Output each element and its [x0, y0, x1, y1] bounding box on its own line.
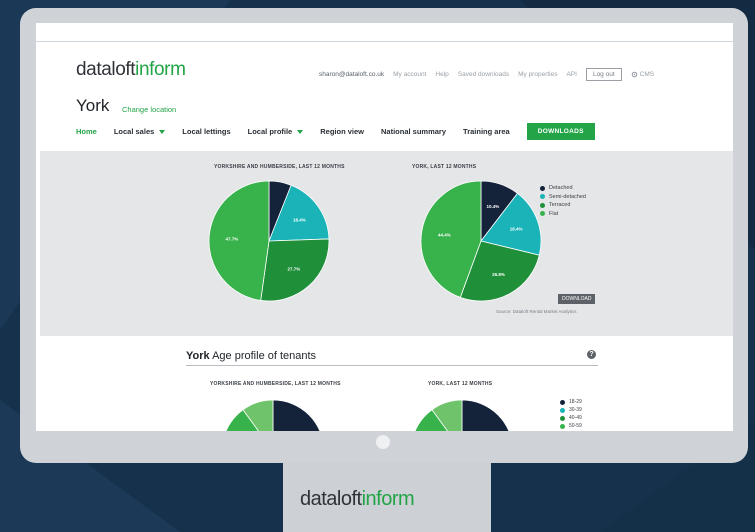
cms-link[interactable]: CMS — [631, 71, 654, 78]
main-nav: Home Local sales Local lettings Local pr… — [76, 123, 595, 140]
legend-item: 40-49 — [560, 414, 582, 422]
legend-label: Semi-detached — [549, 193, 586, 200]
age-chart-title-york: YORK, LAST 12 MONTHS — [428, 381, 493, 387]
chart-title-york: YORK, LAST 12 MONTHS — [412, 164, 477, 170]
link-my-account[interactable]: My account — [393, 71, 426, 78]
legend-label: 18-29 — [569, 399, 582, 405]
pie-chart-region: 18.4% 27.7% 47.7% — [208, 180, 330, 302]
nav-local-lettings[interactable]: Local lettings — [182, 127, 230, 136]
legend-item: 30-39 — [560, 406, 582, 414]
legend-swatch — [560, 423, 565, 429]
cms-label: CMS — [639, 71, 655, 78]
legend-swatch — [560, 399, 565, 405]
property-type-panel: YORKSHIRE AND HUMBERSIDE, LAST 12 MONTHS… — [40, 151, 733, 336]
pie-slice-label: 18.4% — [293, 218, 306, 223]
nav-local-sales-label: Local sales — [113, 127, 155, 136]
chart-title-region: YORKSHIRE AND HUMBERSIDE, LAST 12 MONTHS — [214, 164, 345, 170]
age-chart-title-region: YORKSHIRE AND HUMBERSIDE, LAST 12 MONTHS — [210, 381, 341, 387]
legend-swatch — [540, 211, 545, 217]
chart-download-button[interactable]: DOWNLOAD — [558, 294, 596, 304]
link-saved-downloads[interactable]: Saved downloads — [458, 71, 509, 78]
question-icon[interactable]: ? — [587, 350, 596, 359]
page-title: York — [76, 96, 110, 115]
legend-swatch — [540, 194, 545, 200]
legend-swatch — [560, 415, 565, 421]
link-help[interactable]: Help — [435, 71, 448, 78]
legend-label: 30-39 — [569, 407, 582, 413]
legend-swatch — [540, 202, 545, 208]
legend-item: Flat — [540, 210, 586, 219]
pie-slice-label: 18.4% — [510, 227, 523, 232]
header-divider — [36, 41, 733, 42]
nav-local-sales[interactable]: Local sales — [113, 127, 166, 136]
pie-slice-label: 47.7% — [226, 236, 239, 241]
nav-training-area[interactable]: Training area — [463, 127, 510, 136]
pie-slice-label: 44.4% — [438, 232, 451, 237]
pie-slice-label: 7.6% — [431, 430, 441, 431]
legend-item: Terraced — [540, 201, 586, 210]
pie-slice — [272, 399, 321, 431]
pie-slice-label: 7.1% — [242, 430, 252, 431]
nav-region-view[interactable]: Region view — [320, 127, 364, 136]
source-note: Source: Dataloft Rental Market Analytics — [496, 309, 577, 314]
change-location-link[interactable]: Change location — [122, 105, 176, 114]
power-button — [376, 435, 390, 449]
section-divider — [186, 365, 598, 366]
legend-item: 50-59 — [560, 422, 582, 430]
pie-chart-york: 10.4% 18.4% 26.8% 44.4% — [420, 180, 542, 302]
pie-slice-label: 27.7% — [288, 267, 301, 272]
nav-national-summary[interactable]: National summary — [381, 127, 446, 136]
legend-label: 50-59 — [569, 423, 582, 429]
site-logo[interactable]: dataloftinform — [76, 59, 186, 81]
nav-local-profile-label: Local profile — [247, 127, 293, 136]
chart-legend: Detached Semi-detached Terraced Flat — [540, 184, 586, 218]
pie-slice — [208, 180, 270, 301]
pie-slice-label: 26.8% — [492, 272, 505, 277]
legend-label: Terraced — [549, 202, 571, 209]
chevron-down-icon — [297, 130, 304, 135]
age-profile-city: York — [186, 350, 210, 362]
pie-slice — [461, 399, 510, 431]
legend-label: 40-49 — [569, 415, 582, 421]
link-api[interactable]: API — [566, 71, 576, 78]
nav-local-profile[interactable]: Local profile — [248, 127, 304, 136]
logout-button[interactable]: Log out — [585, 68, 622, 81]
age-pie-chart-region: 7.1% — [225, 399, 321, 431]
chevron-down-icon — [159, 130, 166, 135]
screen: dataloftinform sharon@dataloft.co.uk My … — [36, 23, 733, 431]
legend-swatch — [540, 185, 545, 191]
stand-logo: dataloftinform — [300, 488, 415, 510]
legend-item: Detached — [540, 184, 586, 193]
nav-home[interactable]: Home — [76, 127, 97, 136]
legend-item: Semi-detached — [540, 193, 586, 202]
legend-swatch — [560, 407, 565, 413]
legend-label: Detached — [549, 185, 573, 192]
age-profile-title: Age profile of tenants — [212, 350, 317, 362]
user-email: sharon@dataloft.co.uk — [319, 71, 385, 78]
age-chart-legend: 18-29 30-39 40-49 50-59 — [560, 398, 582, 430]
legend-item: 18-29 — [560, 398, 582, 406]
age-profile-heading: York Age profile of tenants — [186, 350, 316, 362]
legend-label: Flat — [549, 210, 559, 217]
downloads-button[interactable]: DOWNLOADS — [526, 123, 595, 140]
pie-slice-label: 10.4% — [487, 204, 500, 209]
age-pie-chart-york: 7.6% — [414, 399, 510, 431]
gear-icon — [631, 71, 637, 78]
link-my-properties[interactable]: My properties — [518, 71, 557, 78]
account-nav: sharon@dataloft.co.uk My account Help Sa… — [319, 68, 654, 81]
